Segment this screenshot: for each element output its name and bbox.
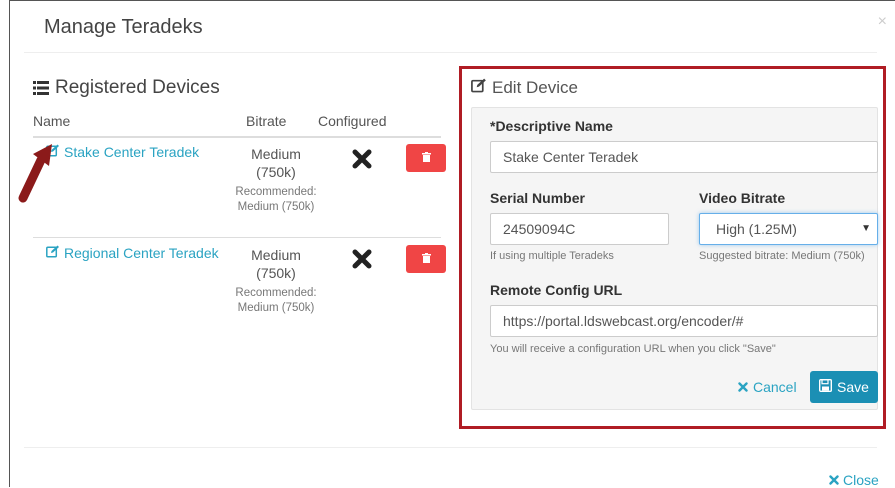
header-divider <box>24 52 877 53</box>
video-bitrate-label: Video Bitrate <box>699 190 786 206</box>
close-button[interactable]: Close <box>829 472 879 488</box>
device-name: Stake Center Teradek <box>64 144 200 160</box>
list-icon <box>33 81 49 95</box>
times-icon <box>738 379 748 395</box>
device-link-stake-center[interactable]: Stake Center Teradek <box>46 144 199 160</box>
serial-number-help: If using multiple Teradeks <box>490 250 614 262</box>
registered-devices-label: Registered Devices <box>55 77 220 98</box>
remote-config-help: You will receive a configuration URL whe… <box>490 343 776 355</box>
save-button[interactable]: Save <box>810 371 878 403</box>
times-icon <box>829 472 839 488</box>
device-bitrate: Medium (750k) <box>251 146 301 180</box>
table-row: Medium (750k) Recommended: Medium (750k) <box>228 246 324 316</box>
video-bitrate-help: Suggested bitrate: Medium (750k) <box>699 250 865 262</box>
descriptive-name-input[interactable] <box>490 141 878 173</box>
close-label: Close <box>843 472 879 488</box>
table-row: Medium (750k) Recommended: Medium (750k) <box>228 145 324 215</box>
modal-title: Manage Teradeks <box>44 16 203 38</box>
device-name: Regional Center Teradek <box>64 245 219 261</box>
remote-config-label: Remote Config URL <box>490 282 623 298</box>
x-mark-icon <box>352 149 372 174</box>
device-link-regional-center[interactable]: Regional Center Teradek <box>46 245 219 261</box>
edit-device-label: Edit Device <box>492 78 578 97</box>
save-label: Save <box>837 379 869 395</box>
serial-number-input[interactable] <box>490 213 669 245</box>
edit-device-title: Edit Device <box>471 78 578 98</box>
serial-number-label: Serial Number <box>490 190 585 206</box>
trash-icon <box>421 149 431 167</box>
footer-divider <box>24 447 877 448</box>
delete-device-button[interactable] <box>406 144 446 172</box>
column-header-name: Name <box>33 113 71 129</box>
x-mark-icon <box>352 249 372 274</box>
device-recommended-bitrate: Recommended: Medium (750k) <box>235 287 317 314</box>
column-header-configured: Configured <box>318 113 387 129</box>
cancel-label: Cancel <box>753 379 797 395</box>
registered-devices-title: Registered Devices <box>33 77 220 99</box>
remote-config-input[interactable] <box>490 305 878 337</box>
edit-icon <box>471 78 487 98</box>
descriptive-name-label: *Descriptive Name <box>490 118 613 134</box>
arrow-icon <box>15 140 55 209</box>
device-recommended-bitrate: Recommended: Medium (750k) <box>235 186 317 213</box>
device-bitrate: Medium (750k) <box>251 247 301 281</box>
video-bitrate-select[interactable]: High (1.25M) ▼ <box>699 213 878 245</box>
table-header-divider <box>33 136 441 138</box>
modal-close-x-icon[interactable]: × <box>878 13 887 31</box>
delete-device-button[interactable] <box>406 245 446 273</box>
table-row-divider <box>33 237 441 238</box>
trash-icon <box>421 250 431 268</box>
column-header-bitrate: Bitrate <box>246 113 287 129</box>
caret-down-icon: ▼ <box>861 223 871 234</box>
cancel-button[interactable]: Cancel <box>738 379 797 395</box>
video-bitrate-value: High (1.25M) <box>716 221 797 237</box>
edit-icon <box>46 245 60 261</box>
floppy-icon <box>819 378 833 395</box>
